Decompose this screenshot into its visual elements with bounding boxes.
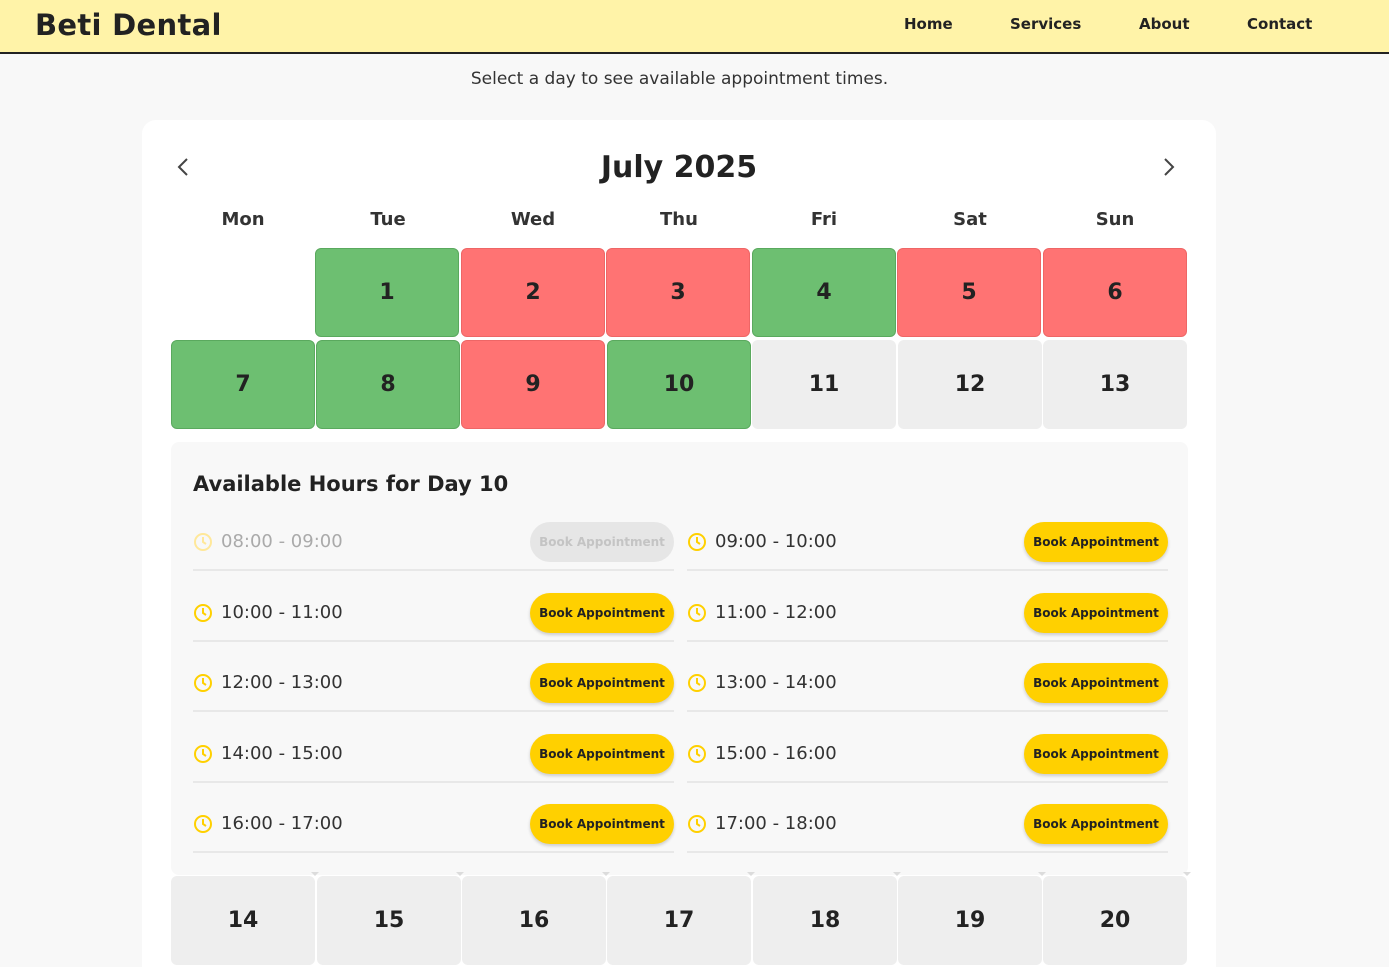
nav-services[interactable]: Services [1010, 15, 1081, 33]
time-slot: 14:00 - 15:00 Book Appointment [193, 734, 674, 783]
time-slot: 12:00 - 13:00 Book Appointment [193, 663, 674, 712]
day-cell-8[interactable]: 8 [316, 340, 460, 429]
weekday-sun: Sun [1095, 209, 1135, 230]
clock-icon [194, 745, 212, 763]
day-cell-10[interactable]: 10 [607, 340, 751, 429]
time-slot-label: 15:00 - 16:00 [715, 743, 837, 764]
day-cell-18[interactable]: 18 [753, 876, 897, 965]
day-cell-19[interactable]: 19 [898, 876, 1042, 965]
clock-icon [688, 674, 706, 692]
clock-icon [688, 815, 706, 833]
day-cell-14[interactable]: 14 [171, 876, 315, 965]
day-cell-17[interactable]: 17 [607, 876, 751, 965]
clock-icon [194, 674, 212, 692]
weekday-mon: Mon [221, 209, 265, 230]
day-cell-6[interactable]: 6 [1043, 248, 1187, 337]
weekday-tue: Tue [370, 209, 406, 230]
book-appointment-button[interactable]: Book Appointment [530, 804, 674, 844]
available-hours-title: Available Hours for Day 10 [193, 472, 509, 496]
weekday-fri: Fri [810, 209, 838, 230]
day-cell-5[interactable]: 5 [897, 248, 1041, 337]
time-slot-label: 09:00 - 10:00 [715, 531, 837, 552]
cell-divider-notch [456, 872, 464, 876]
cell-divider-notch [1183, 872, 1191, 876]
book-appointment-button[interactable]: Book Appointment [1024, 804, 1168, 844]
weekday-sat: Sat [953, 209, 987, 230]
clock-icon [688, 533, 706, 551]
clock-icon [194, 533, 212, 551]
day-cell-11[interactable]: 11 [752, 340, 896, 429]
page-subtitle: Select a day to see available appointmen… [470, 69, 889, 89]
time-slot: 17:00 - 18:00 Book Appointment [687, 804, 1168, 853]
book-appointment-button[interactable]: Book Appointment [530, 593, 674, 633]
book-appointment-button[interactable]: Book Appointment [1024, 734, 1168, 774]
time-slot: 13:00 - 14:00 Book Appointment [687, 663, 1168, 712]
day-cell-13[interactable]: 13 [1043, 340, 1187, 429]
book-appointment-button[interactable]: Book Appointment [530, 663, 674, 703]
time-slot: 11:00 - 12:00 Book Appointment [687, 593, 1168, 642]
time-slot-label: 16:00 - 17:00 [221, 813, 343, 834]
day-cell-12[interactable]: 12 [898, 340, 1042, 429]
cell-divider-notch [893, 872, 901, 876]
day-cell-1[interactable]: 1 [315, 248, 459, 337]
day-cell-20[interactable]: 20 [1043, 876, 1187, 965]
cell-divider-notch [1038, 872, 1046, 876]
time-slot: 15:00 - 16:00 Book Appointment [687, 734, 1168, 783]
clock-icon [688, 604, 706, 622]
time-slot-label: 12:00 - 13:00 [221, 672, 343, 693]
day-cell-4[interactable]: 4 [752, 248, 896, 337]
day-cell-15[interactable]: 15 [317, 876, 461, 965]
day-cell-3[interactable]: 3 [606, 248, 750, 337]
brand-logo[interactable]: Beti Dental [35, 8, 222, 42]
time-slot: 16:00 - 17:00 Book Appointment [193, 804, 674, 853]
time-slot: 08:00 - 09:00 Book Appointment [193, 522, 674, 571]
chevron-right-icon [1164, 158, 1175, 176]
time-slot-label: 11:00 - 12:00 [715, 602, 837, 623]
weekday-wed: Wed [510, 209, 556, 230]
clock-icon [688, 745, 706, 763]
book-appointment-button[interactable]: Book Appointment [530, 734, 674, 774]
cell-divider-notch [311, 872, 319, 876]
cell-divider-notch [747, 872, 755, 876]
book-appointment-button[interactable]: Book Appointment [530, 522, 674, 562]
weekday-thu: Thu [660, 209, 698, 230]
book-appointment-button[interactable]: Book Appointment [1024, 522, 1168, 562]
time-slot-label: 08:00 - 09:00 [221, 531, 343, 552]
time-slot-label: 10:00 - 11:00 [221, 602, 343, 623]
nav-home[interactable]: Home [904, 15, 953, 33]
book-appointment-button[interactable]: Book Appointment [1024, 593, 1168, 633]
time-slot: 10:00 - 11:00 Book Appointment [193, 593, 674, 642]
time-slot-label: 17:00 - 18:00 [715, 813, 837, 834]
time-slot: 09:00 - 10:00 Book Appointment [687, 522, 1168, 571]
next-month-button[interactable] [1154, 152, 1184, 182]
time-slot-label: 13:00 - 14:00 [715, 672, 837, 693]
nav-contact[interactable]: Contact [1247, 15, 1312, 33]
day-cell-2[interactable]: 2 [461, 248, 605, 337]
day-cell-7[interactable]: 7 [171, 340, 315, 429]
cell-divider-notch [602, 872, 610, 876]
time-slot-label: 14:00 - 15:00 [221, 743, 343, 764]
clock-icon [194, 604, 212, 622]
month-title: July 2025 [600, 150, 758, 185]
day-cell-16[interactable]: 16 [462, 876, 606, 965]
site-header: Beti Dental Home Services About Contact [0, 0, 1389, 54]
day-cell-9[interactable]: 9 [461, 340, 605, 429]
nav-about[interactable]: About [1139, 15, 1190, 33]
clock-icon [194, 815, 212, 833]
book-appointment-button[interactable]: Book Appointment [1024, 663, 1168, 703]
